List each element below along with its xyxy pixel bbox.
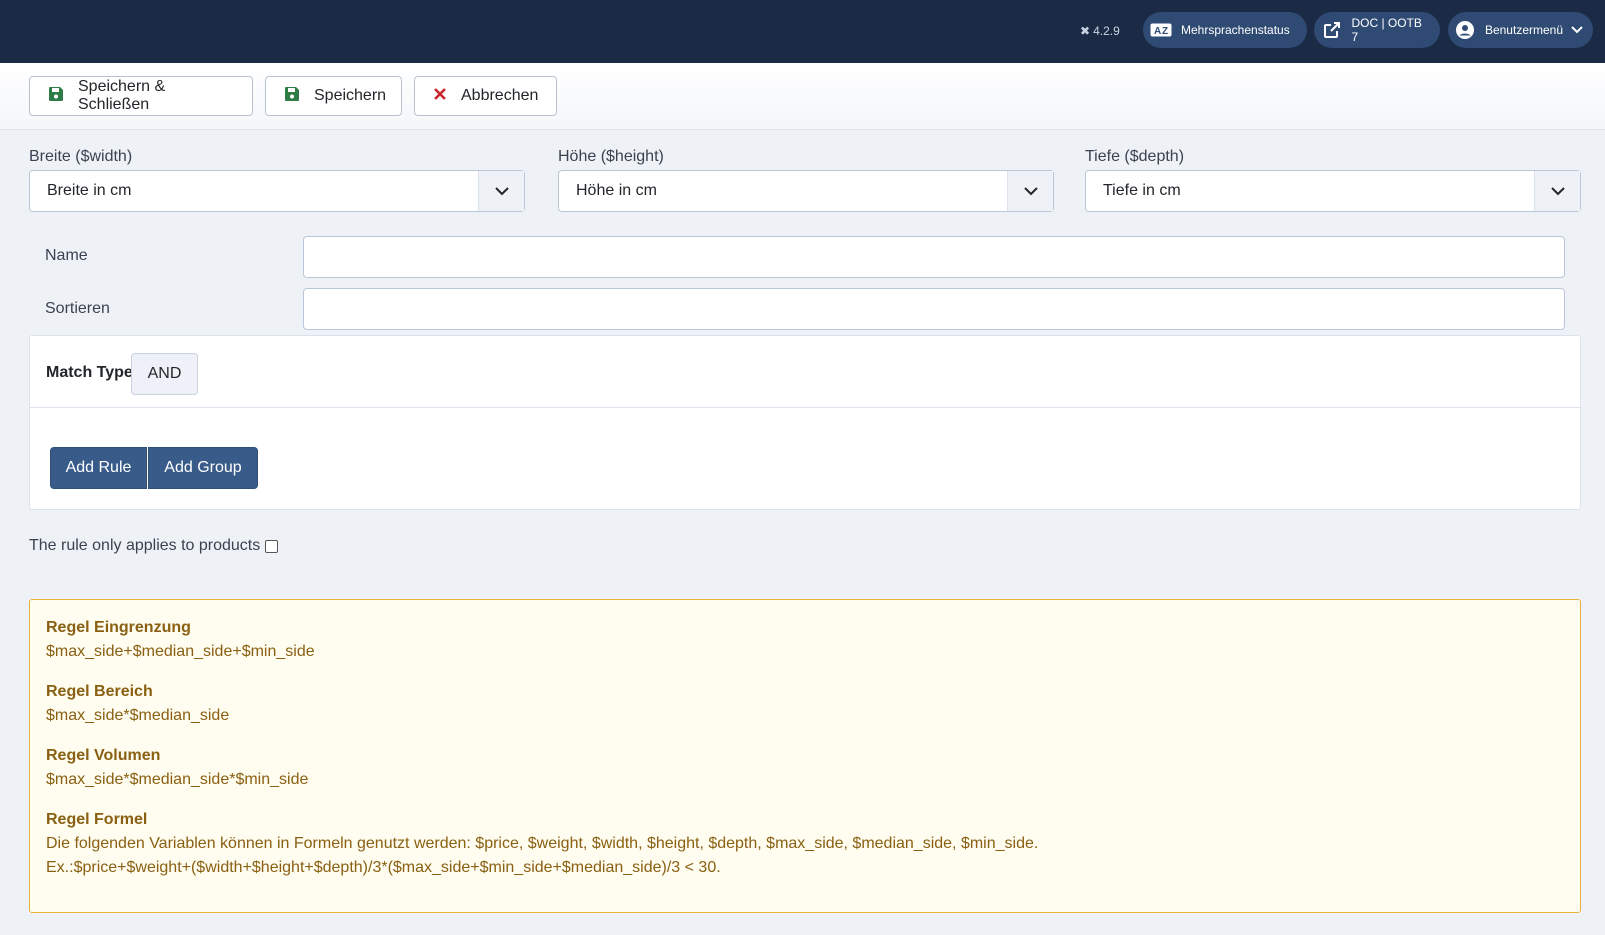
toolbar: Speichern & Schließen Speichern Abbreche… [0,63,1605,130]
language-status-button[interactable]: AZ Mehrsprachenstatus [1143,12,1307,48]
match-type-label: Match Type [46,364,133,381]
rule-builder: Match Type AND Add Rule Add Group [29,335,1581,510]
info-title: Regel Eingrenzung [46,619,191,636]
chevron-down-icon [1007,171,1053,211]
height-select-value: Höhe in cm [576,182,657,199]
chevron-down-icon [1534,171,1580,211]
user-menu-label: Benutzermenü [1484,23,1563,37]
save-icon [48,86,64,107]
products-only-checkbox[interactable] [265,539,279,553]
user-icon [1454,18,1477,42]
external-link-icon [1320,18,1343,42]
doc-link-label: DOC | OOTB 7 [1351,16,1422,44]
match-type-toggle[interactable]: AND [131,353,198,395]
chevron-down-icon [1571,23,1583,37]
info-line: $max_side+$median_side+$min_side [46,643,315,660]
sort-label: Sortieren [45,300,110,317]
language-icon: AZ [1149,18,1173,42]
language-status-label: Mehrsprachenstatus [1181,23,1290,37]
add-group-button[interactable]: Add Group [148,447,258,489]
info-line: Die folgenden Variablen können in Formel… [46,835,1039,852]
info-title: Regel Volumen [46,747,161,764]
products-only-label: The rule only applies to products [29,537,261,554]
depth-select-value: Tiefe in cm [1103,182,1181,199]
sort-input[interactable] [303,288,1565,330]
info-line: Ex.:$price+$weight+($width+$height+$dept… [46,859,721,876]
svg-text:Z: Z [1162,26,1168,37]
version-text: 4.2.9 [1093,24,1120,38]
close-icon [433,87,447,106]
rules-info-box: Regel Eingrenzung $max_side+$median_side… [29,599,1581,913]
save-label: Speichern [314,87,387,104]
cancel-button[interactable]: Abbrechen [414,76,557,116]
height-select-label: Höhe ($height) [558,148,664,165]
cancel-label: Abbrechen [461,87,539,104]
depth-select[interactable]: Tiefe in cm [1085,170,1581,212]
chevron-down-icon [478,171,524,211]
info-line: $max_side*$median_side [46,707,230,724]
name-label: Name [45,247,88,264]
info-title: Regel Formel [46,811,148,828]
add-rule-button[interactable]: Add Rule [50,447,147,489]
name-input[interactable] [303,236,1565,278]
info-title: Regel Bereich [46,683,153,700]
joomla-icon: ✖ [1080,24,1091,38]
save-close-button[interactable]: Speichern & Schließen [29,76,253,116]
depth-select-label: Tiefe ($depth) [1085,148,1185,165]
user-menu-button[interactable]: Benutzermenü [1448,12,1593,48]
top-header: ✖ 4.2.9 AZ Mehrsprachenstatus DOC | OOTB… [0,0,1605,63]
svg-text:A: A [1154,26,1161,37]
info-line: $max_side*$median_side*$min_side [46,771,309,788]
width-select-label: Breite ($width) [29,148,133,165]
height-select[interactable]: Höhe in cm [558,170,1054,212]
rule-builder-header: Match Type AND [30,336,1580,408]
doc-link-button[interactable]: DOC | OOTB 7 [1314,12,1440,48]
save-button[interactable]: Speichern [265,76,402,116]
width-select-value: Breite in cm [47,182,132,199]
version-info: ✖ 4.2.9 [1080,22,1120,40]
width-select[interactable]: Breite in cm [29,170,525,212]
products-only-row: The rule only applies to products [29,537,279,555]
save-close-label: Speichern & Schließen [78,78,166,113]
save-icon [284,86,300,107]
